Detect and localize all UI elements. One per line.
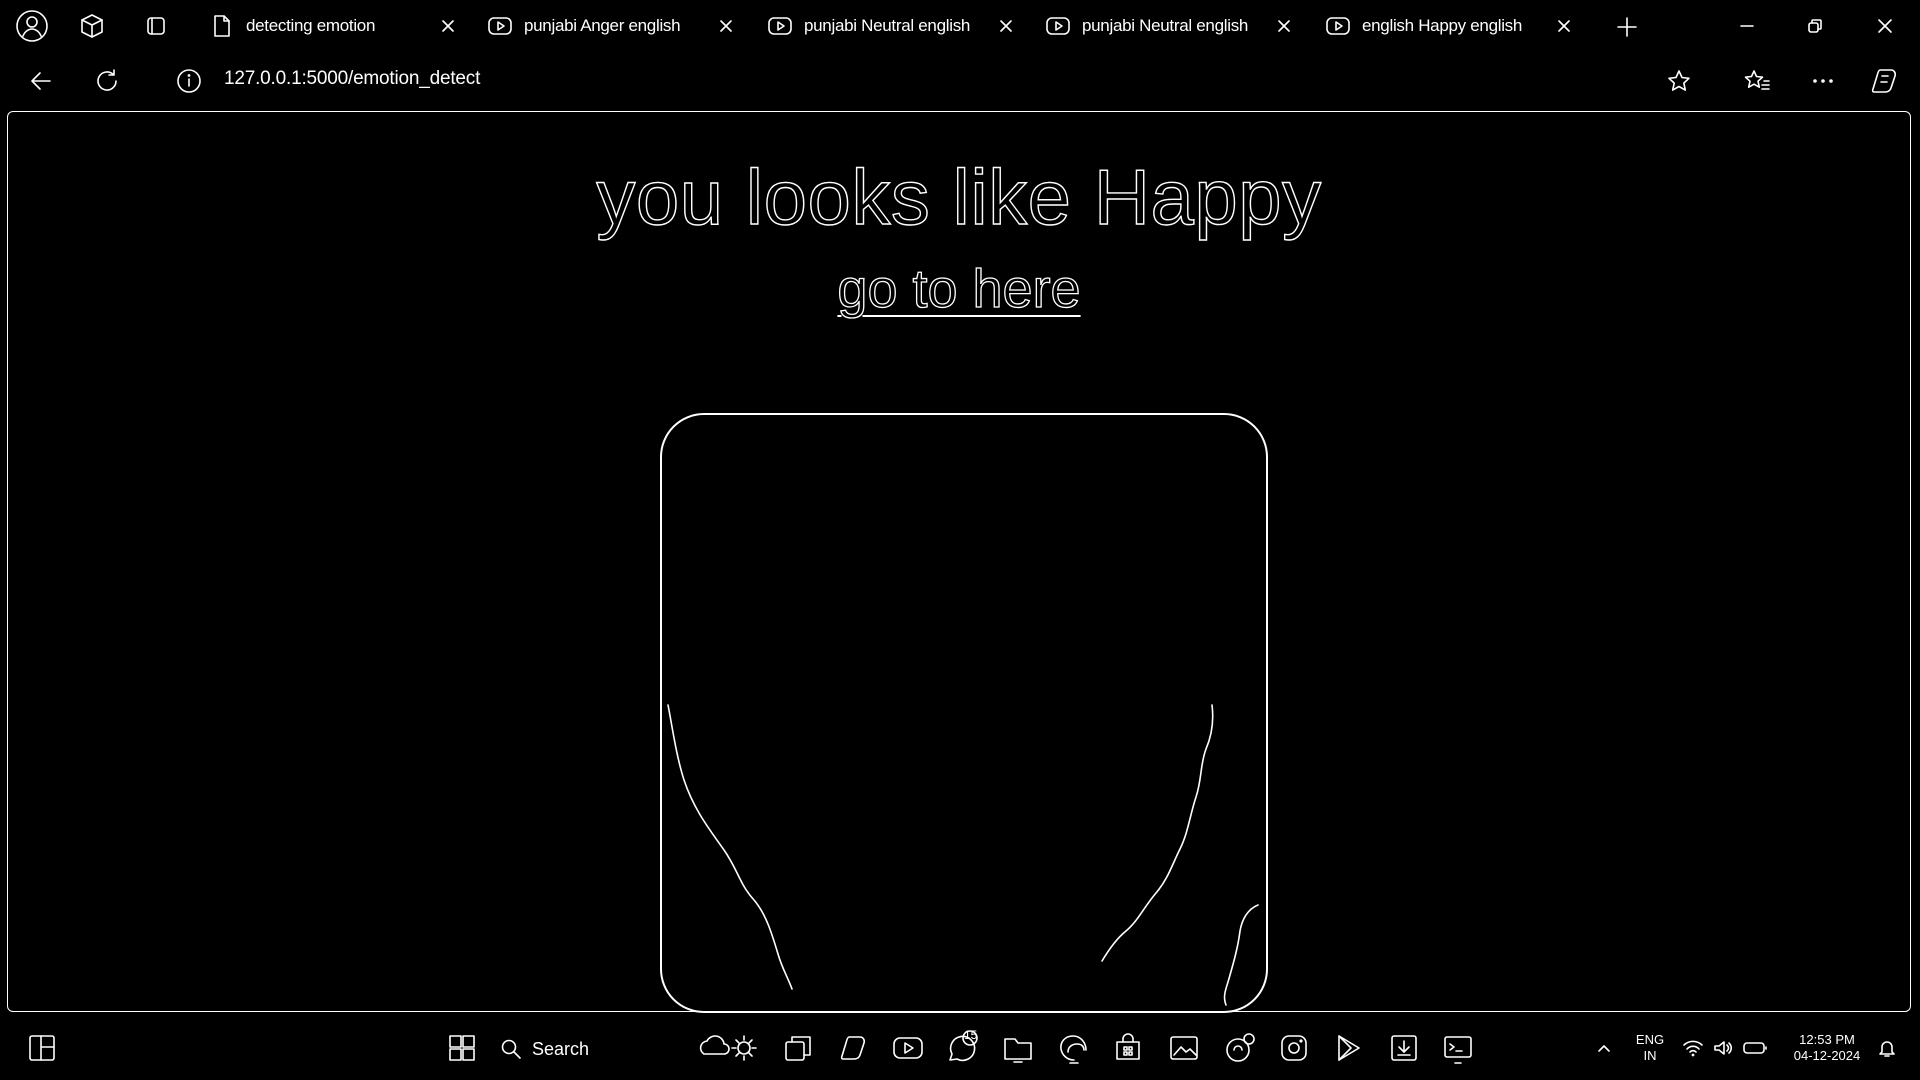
tab-actions-icon[interactable] (138, 8, 174, 44)
clock-date: 04-12-2024 (1793, 1048, 1861, 1063)
minimize-icon[interactable] (1730, 10, 1764, 42)
close-icon[interactable] (716, 16, 736, 36)
url-field[interactable]: 127.0.0.1:5000/emotion_detect (224, 68, 480, 90)
close-icon[interactable] (996, 16, 1016, 36)
clock-time: 12:53 PM (1799, 1032, 1855, 1047)
edge-browser-icon[interactable] (1056, 1030, 1092, 1066)
volume-icon[interactable] (1710, 1030, 1736, 1066)
notification-bell-icon[interactable] (1876, 1030, 1898, 1066)
workspaces-icon[interactable] (74, 8, 110, 44)
tab-detecting-emotion[interactable]: detecting emotion (196, 8, 466, 44)
chatgpt-icon[interactable] (1222, 1030, 1258, 1066)
profile-icon[interactable] (14, 8, 50, 44)
language-code: ENG (1635, 1032, 1665, 1047)
taskbar: Search 15 ENG IN 12:53 PM 04-12-2024 (0, 1018, 1920, 1080)
search-label: Search (532, 1038, 590, 1059)
go-to-here-link[interactable]: go to here (837, 258, 1081, 319)
terminal-icon[interactable] (1440, 1030, 1476, 1066)
person-silhouette (667, 704, 1259, 1006)
copilot-icon[interactable] (1868, 64, 1902, 98)
battery-icon[interactable] (1740, 1030, 1770, 1066)
tab-punjabi-neutral-1[interactable]: punjabi Neutral english (754, 8, 1024, 44)
youtube-icon (1326, 14, 1350, 38)
clock[interactable]: 12:53 PM 04-12-2024 (1782, 1032, 1872, 1064)
restore-icon[interactable] (1798, 10, 1832, 42)
show-hidden-icons-chevron-icon[interactable] (1586, 1030, 1622, 1066)
photos-icon[interactable] (1166, 1030, 1202, 1066)
close-window-icon[interactable] (1868, 10, 1902, 42)
site-info-icon[interactable] (172, 64, 206, 98)
weather-icon[interactable] (696, 1030, 766, 1066)
youtube-taskbar-icon[interactable] (890, 1030, 926, 1066)
instagram-icon[interactable] (1276, 1030, 1312, 1066)
back-arrow-icon[interactable] (24, 64, 58, 98)
tab-punjabi-anger[interactable]: punjabi Anger english (474, 8, 744, 44)
region-code: IN (1643, 1048, 1657, 1063)
notification-badge: 15 (964, 1028, 978, 1042)
wifi-icon[interactable] (1680, 1030, 1706, 1066)
tab-title: detecting emotion (246, 16, 376, 35)
play-store-icon[interactable] (1330, 1030, 1366, 1066)
page-viewport: you looks like Happy go to here (7, 111, 1911, 1013)
tab-strip: detecting emotion punjabi Anger english … (0, 0, 1920, 50)
link-container: go to here (8, 258, 1910, 320)
emotion-result-heading: you looks like Happy (596, 152, 1322, 241)
refresh-icon[interactable] (90, 64, 124, 98)
youtube-icon (768, 14, 792, 38)
tab-punjabi-neutral-2[interactable]: punjabi Neutral english (1032, 8, 1302, 44)
more-options-icon[interactable] (1806, 64, 1840, 98)
youtube-icon (1046, 14, 1070, 38)
language-indicator[interactable]: ENG IN (1628, 1032, 1672, 1064)
favorites-list-icon[interactable] (1740, 64, 1774, 98)
close-icon[interactable] (1554, 16, 1574, 36)
tab-english-happy[interactable]: english Happy english (1312, 8, 1582, 44)
widgets-icon[interactable] (24, 1030, 60, 1066)
tab-title: punjabi Neutral english (804, 16, 971, 35)
address-bar: 127.0.0.1:5000/emotion_detect (0, 56, 1920, 106)
file-explorer-icon[interactable] (1000, 1030, 1036, 1066)
close-icon[interactable] (438, 16, 458, 36)
page-icon (210, 14, 234, 38)
youtube-icon (488, 14, 512, 38)
search-icon (500, 1038, 522, 1060)
download-manager-icon[interactable] (1386, 1030, 1422, 1066)
tab-title: punjabi Anger english (524, 16, 681, 35)
tab-title: punjabi Neutral english (1082, 16, 1249, 35)
new-tab-plus-icon[interactable] (1612, 12, 1642, 42)
start-windows-icon[interactable] (444, 1030, 480, 1066)
webcam-feed (660, 413, 1268, 1013)
close-icon[interactable] (1274, 16, 1294, 36)
tab-title: english Happy english (1362, 16, 1523, 35)
favorite-star-icon[interactable] (1662, 64, 1696, 98)
taskbar-search[interactable]: Search (500, 1032, 610, 1066)
copilot-taskbar-icon[interactable] (836, 1030, 872, 1066)
store-icon[interactable] (1110, 1030, 1146, 1066)
task-view-icon[interactable] (780, 1030, 816, 1066)
